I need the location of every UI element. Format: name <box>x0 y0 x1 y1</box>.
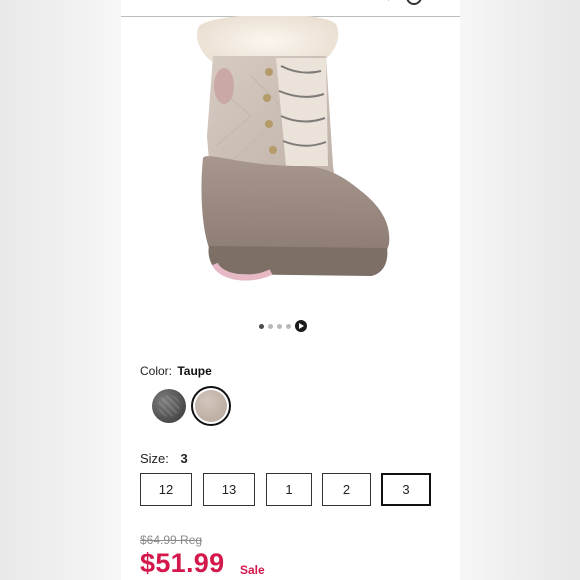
size-option-13[interactable]: 13 <box>203 473 255 506</box>
background-right <box>460 0 580 580</box>
size-label: Size: <box>140 451 169 466</box>
carousel-dot[interactable] <box>277 323 282 329</box>
size-option-12[interactable]: 12 <box>140 473 192 506</box>
background-left <box>0 0 121 580</box>
sale-price: $51.99 <box>140 548 225 578</box>
original-price: $64.99 Reg <box>140 533 203 547</box>
color-swatch-taupe[interactable] <box>191 386 231 426</box>
play-icon[interactable] <box>295 320 307 332</box>
size-option-2[interactable]: 2 <box>322 473 371 506</box>
carousel-dot[interactable] <box>259 323 264 329</box>
color-value: Taupe <box>177 364 212 378</box>
size-option-1[interactable]: 1 <box>266 473 312 506</box>
size-value: 3 <box>180 451 188 466</box>
carousel-dot[interactable] <box>286 323 291 329</box>
sale-label: Sale <box>240 563 265 577</box>
product-image[interactable] <box>121 16 460 316</box>
account-icon <box>406 0 422 5</box>
size-option-3[interactable]: 3 <box>381 473 431 506</box>
color-swatch-charcoal[interactable] <box>152 389 186 423</box>
color-selector-label: Color: Taupe <box>140 364 212 378</box>
product-page: Color: Taupe Size: 3 12 13 1 2 3 $64.99 … <box>121 0 460 580</box>
size-selector-label: Size: 3 <box>140 451 188 466</box>
header-bar <box>121 0 460 17</box>
header-icons <box>388 0 422 5</box>
carousel-dot[interactable] <box>268 323 273 329</box>
color-label: Color: <box>140 364 173 378</box>
color-swatch-taupe-fill <box>195 390 227 422</box>
image-carousel-dots <box>259 320 319 332</box>
